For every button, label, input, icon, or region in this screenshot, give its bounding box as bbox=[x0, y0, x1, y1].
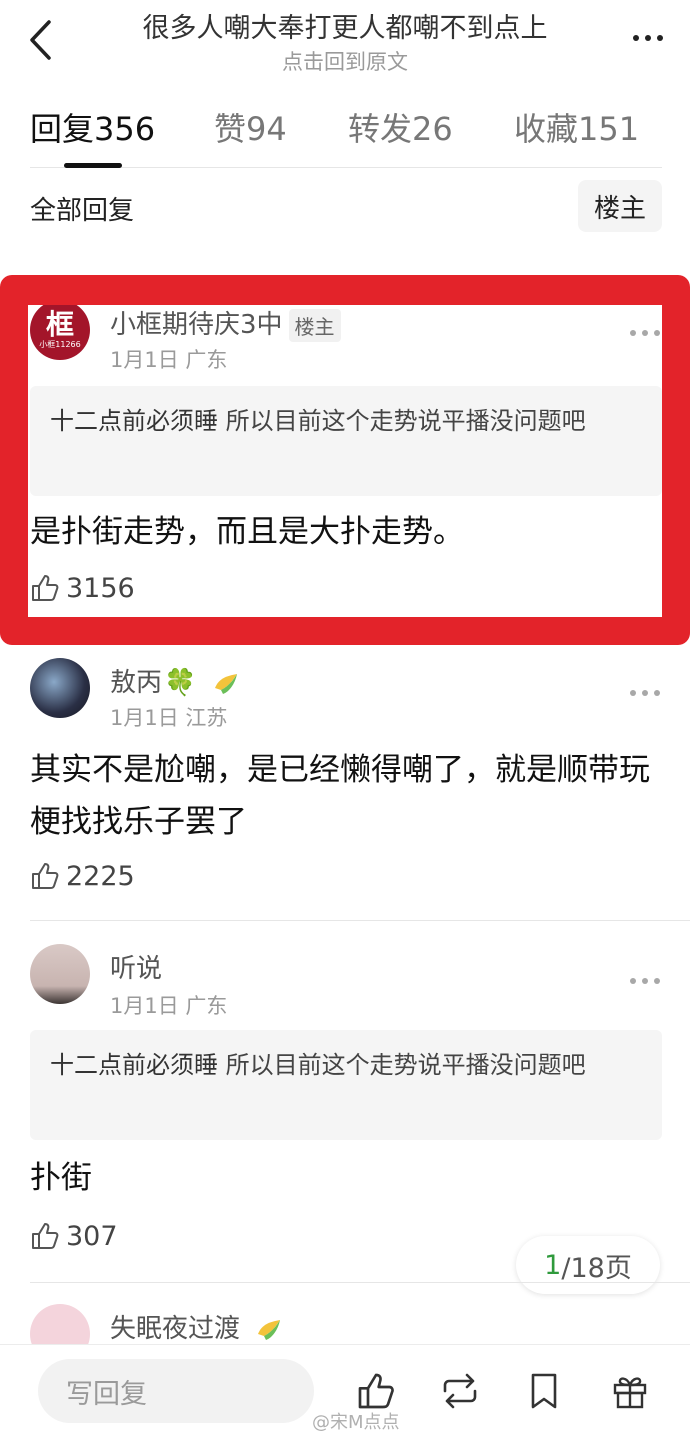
post-title[interactable]: 很多人嘲大奉打更人都嘲不到点上 bbox=[90, 6, 600, 45]
vip-bird-icon bbox=[258, 1319, 281, 1340]
like-button[interactable]: 3156 bbox=[30, 570, 135, 606]
repost-button[interactable] bbox=[436, 1367, 484, 1415]
thumbs-up-icon bbox=[32, 1223, 59, 1249]
tab-likes[interactable]: 赞94 bbox=[214, 104, 287, 150]
back-to-post-link[interactable]: 点击回到原文 bbox=[90, 46, 600, 76]
thumbs-up-icon bbox=[358, 1373, 394, 1409]
repost-icon bbox=[443, 1373, 477, 1409]
chevron-left-icon bbox=[30, 20, 51, 60]
tab-label: 收藏 bbox=[514, 110, 579, 148]
tab-bar: 回复356 赞94 转发26 收藏151 bbox=[30, 100, 662, 168]
reply-input[interactable]: 写回复 bbox=[38, 1359, 314, 1423]
tab-label: 回复 bbox=[30, 110, 95, 148]
tab-favorites[interactable]: 收藏151 bbox=[514, 104, 639, 150]
thumbs-up-icon bbox=[32, 863, 59, 889]
page-total: /18页 bbox=[561, 1252, 632, 1284]
comment-author[interactable]: 听说 bbox=[110, 948, 162, 985]
quoted-reply[interactable]: 十二点前必须睡 所以目前这个走势说平播没问题吧 bbox=[30, 386, 662, 496]
current-page: 1 bbox=[544, 1249, 562, 1281]
comment-meta: 1月1日 广东 bbox=[110, 994, 228, 1018]
favorite-button[interactable] bbox=[520, 1367, 568, 1415]
comment-more-button[interactable] bbox=[630, 976, 660, 986]
like-count: 307 bbox=[66, 1220, 118, 1252]
owner-badge: 楼主 bbox=[288, 309, 341, 342]
comment-author[interactable]: 失眠夜过渡 bbox=[110, 1308, 284, 1345]
tab-label: 赞 bbox=[214, 110, 247, 148]
comment-text: 其实不是尬嘲，是已经懒得嘲了，就是顺带玩梗找找乐子罢了 bbox=[30, 752, 650, 840]
gift-button[interactable] bbox=[606, 1367, 654, 1415]
back-button[interactable] bbox=[20, 16, 60, 64]
comment-more-button[interactable] bbox=[630, 328, 660, 338]
comment-text: 是扑街走势，而且是大扑走势。 bbox=[30, 514, 464, 550]
like-button[interactable]: 307 bbox=[30, 1218, 118, 1254]
page-indicator[interactable]: 1/18页 bbox=[516, 1236, 660, 1294]
like-count: 3156 bbox=[66, 572, 135, 604]
divider bbox=[30, 920, 690, 921]
quoted-user: 十二点前必须睡 bbox=[50, 407, 218, 435]
gift-icon bbox=[613, 1377, 647, 1409]
quoted-text: 所以目前这个走势说平播没问题吧 bbox=[218, 1051, 586, 1079]
comment-meta: 1月1日 江苏 bbox=[110, 706, 228, 730]
tab-count: 94 bbox=[246, 110, 287, 148]
more-options-button[interactable] bbox=[626, 22, 670, 54]
author-name: 失眠夜过渡 bbox=[110, 1314, 241, 1344]
comment-more-button[interactable] bbox=[630, 688, 660, 698]
watermark: @宋M点点 bbox=[312, 1412, 400, 1433]
all-replies-label: 全部回复 bbox=[30, 196, 135, 226]
like-button[interactable]: 2225 bbox=[30, 858, 135, 894]
avatar-caption: 小框11266 bbox=[39, 340, 81, 349]
avatar[interactable] bbox=[30, 658, 90, 718]
comment-meta: 1月1日 广东 bbox=[110, 348, 228, 372]
tab-reposts[interactable]: 转发26 bbox=[348, 104, 453, 150]
author-name: 敖丙 bbox=[110, 668, 163, 698]
divider bbox=[30, 1282, 690, 1283]
tab-count: 151 bbox=[578, 110, 640, 148]
avatar-glyph: 框 bbox=[45, 308, 74, 341]
comment-author[interactable]: 敖丙🍀 bbox=[110, 662, 241, 699]
tab-count: 26 bbox=[412, 110, 453, 148]
like-count: 2225 bbox=[66, 860, 135, 892]
tab-label: 转发 bbox=[348, 110, 413, 148]
comment-author[interactable]: 小框期待庆3中 楼主 bbox=[110, 304, 341, 342]
author-name: 小框期待庆3中 bbox=[110, 310, 283, 340]
top-bar: 很多人嘲大奉打更人都嘲不到点上 点击回到原文 bbox=[0, 0, 690, 80]
quoted-text: 所以目前这个走势说平播没问题吧 bbox=[218, 407, 586, 435]
bookmark-icon bbox=[531, 1373, 557, 1409]
active-tab-indicator bbox=[64, 163, 122, 168]
vip-bird-icon bbox=[214, 673, 237, 694]
tab-count: 356 bbox=[94, 110, 156, 148]
avatar[interactable] bbox=[30, 944, 90, 1004]
quoted-user: 十二点前必须睡 bbox=[50, 1051, 218, 1079]
clover-emoji: 🍀 bbox=[164, 668, 197, 698]
owner-only-button[interactable]: 楼主 bbox=[578, 180, 662, 232]
tab-replies[interactable]: 回复356 bbox=[30, 104, 155, 150]
avatar[interactable]: 框 小框11266 bbox=[30, 300, 90, 360]
thumbs-up-icon bbox=[32, 575, 59, 601]
quoted-reply[interactable]: 十二点前必须睡 所以目前这个走势说平播没问题吧 bbox=[30, 1030, 662, 1140]
comment-text: 扑街 bbox=[30, 1160, 92, 1196]
